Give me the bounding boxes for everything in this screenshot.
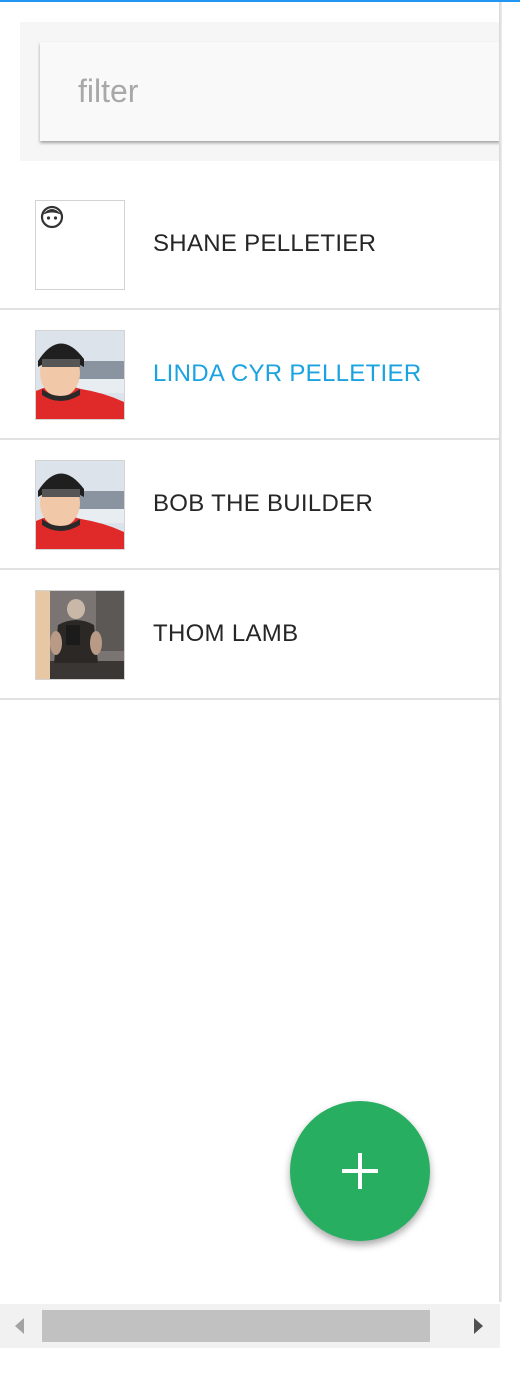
avatar xyxy=(35,200,125,290)
photo-gym-selfie xyxy=(36,591,124,679)
right-gutter xyxy=(502,2,520,1302)
avatar xyxy=(35,590,125,680)
contact-row[interactable]: SHANE PELLETIER xyxy=(0,180,500,310)
photo-helmet-red-jacket xyxy=(36,461,124,549)
avatar xyxy=(35,460,125,550)
contact-row[interactable]: BOB THE BUILDER xyxy=(0,440,500,570)
avatar xyxy=(35,330,125,420)
contacts-panel: SHANE PELLETIER LINDA CYR PELLETIER xyxy=(0,2,500,1302)
photo-helmet-red-jacket xyxy=(36,331,124,419)
filter-container xyxy=(20,22,500,161)
plus-icon xyxy=(342,1153,378,1189)
add-contact-button[interactable] xyxy=(290,1101,430,1241)
filter-box xyxy=(40,42,500,141)
contact-name: SHANE PELLETIER xyxy=(153,230,377,257)
contact-name: BOB THE BUILDER xyxy=(153,490,374,517)
filter-input[interactable] xyxy=(40,42,500,141)
scrollbar-thumb[interactable] xyxy=(42,1310,430,1342)
contact-list: SHANE PELLETIER LINDA CYR PELLETIER BOB … xyxy=(0,180,500,700)
contact-row[interactable]: LINDA CYR PELLETIER xyxy=(0,310,500,440)
scroll-left-arrow-icon[interactable] xyxy=(0,1304,40,1348)
contact-row[interactable]: THOM LAMB xyxy=(0,570,500,700)
scroll-right-arrow-icon[interactable] xyxy=(458,1304,498,1348)
horizontal-scrollbar[interactable] xyxy=(0,1304,500,1348)
default-face-icon xyxy=(40,205,64,229)
contact-name: LINDA CYR PELLETIER xyxy=(153,360,422,387)
contact-name: THOM LAMB xyxy=(153,620,299,647)
